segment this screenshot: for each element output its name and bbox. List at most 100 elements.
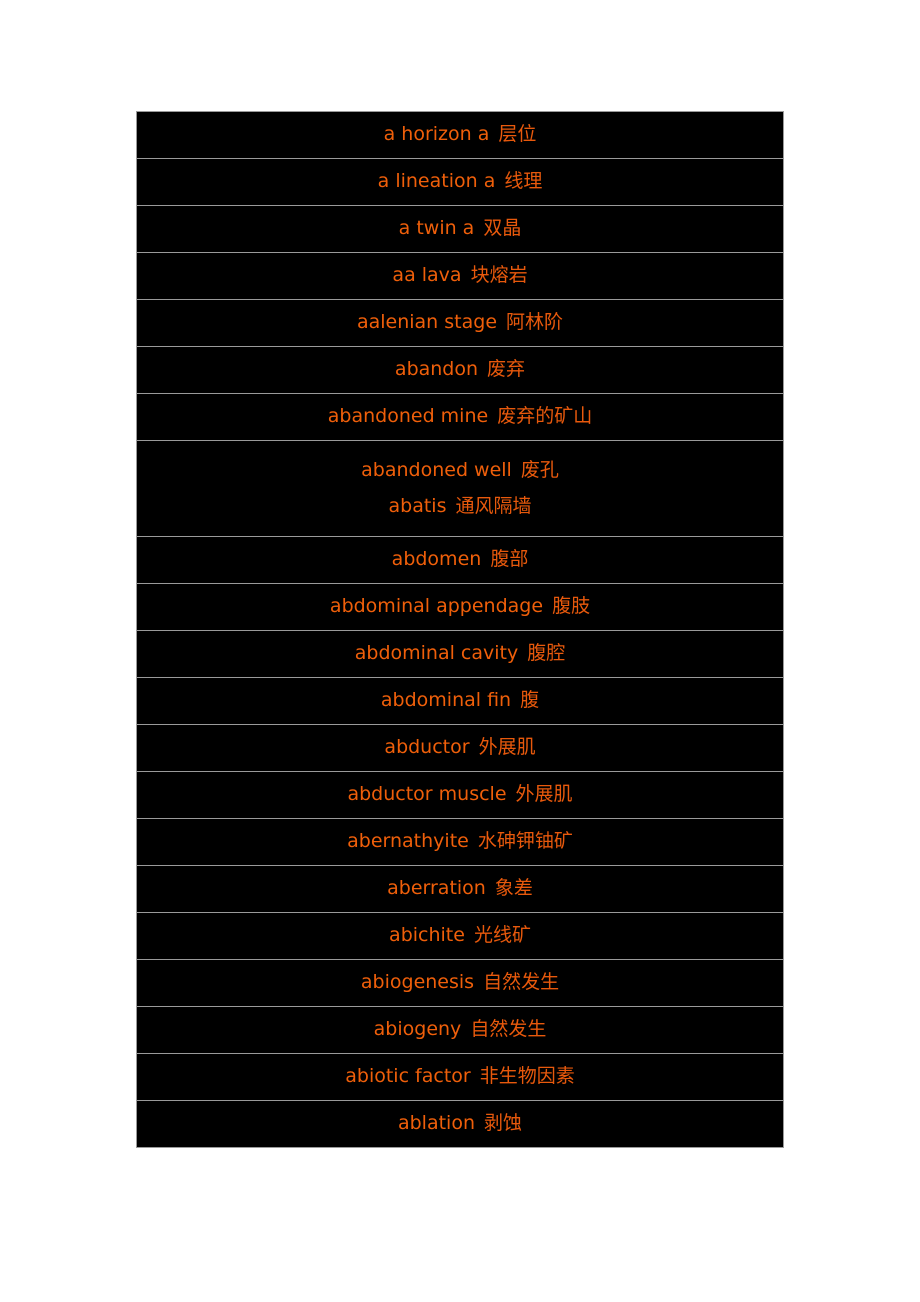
glossary-entry-cell[interactable]: abdominal appendage 腹肢 — [136, 583, 784, 631]
entry-chinese: 阿林阶 — [506, 311, 564, 334]
entry-english: a twin a — [398, 217, 475, 240]
glossary-entry: aberration 象差 — [137, 877, 783, 901]
entry-english: abdominal fin — [380, 689, 512, 712]
entry-chinese: 外展肌 — [515, 783, 573, 806]
entry-chinese: 水砷钾铀矿 — [477, 830, 573, 853]
glossary-entry-cell[interactable]: abdomen 腹部 — [136, 536, 784, 584]
entry-english: abandoned mine — [327, 405, 489, 428]
entry-chinese: 剥蚀 — [484, 1112, 523, 1135]
glossary-entry-cell[interactable]: abiogeny 自然发生 — [136, 1006, 784, 1054]
entry-english: abiogenesis — [360, 971, 475, 994]
entry-english: abductor — [384, 736, 470, 759]
glossary-entry: abandoned well 废孔 — [137, 459, 783, 483]
glossary-entry: abandon 废弃 — [137, 358, 783, 382]
entry-english: abductor muscle — [347, 783, 507, 806]
glossary-entry: abdominal fin 腹 — [137, 689, 783, 713]
table-row-merged: abandoned well 废孔 abatis 通风隔墙 — [136, 440, 784, 537]
entry-english: abernathyite — [347, 830, 469, 853]
glossary-entry: abductor 外展肌 — [137, 736, 783, 760]
entry-chinese: 废弃 — [487, 358, 526, 381]
glossary-entry-cell[interactable]: abiogenesis 自然发生 — [136, 959, 784, 1007]
table-row: abiotic factor 非生物因素 — [136, 1053, 784, 1101]
glossary-entry: a twin a 双晶 — [137, 217, 783, 241]
entry-chinese: 腹 — [520, 689, 540, 712]
table-row: abiogenesis 自然发生 — [136, 959, 784, 1007]
glossary-entry-cell[interactable]: abichite 光线矿 — [136, 912, 784, 960]
glossary-entry: abdominal cavity 腹腔 — [137, 642, 783, 666]
glossary-entry-cell[interactable]: abdominal cavity 腹腔 — [136, 630, 784, 678]
table-row: ablation 剥蚀 — [136, 1100, 784, 1148]
entry-chinese: 通风隔墙 — [455, 494, 532, 517]
glossary-entry: abdomen 腹部 — [137, 548, 783, 572]
glossary-entry: abatis 通风隔墙 — [137, 495, 783, 519]
entry-english: abatis — [388, 494, 447, 517]
glossary-entry: abernathyite 水砷钾铀矿 — [137, 830, 783, 854]
table-row: abernathyite 水砷钾铀矿 — [136, 818, 784, 866]
entry-chinese: 腹部 — [490, 548, 529, 571]
table-row: abichite 光线矿 — [136, 912, 784, 960]
glossary-entry-cell[interactable]: abductor muscle 外展肌 — [136, 771, 784, 819]
entry-chinese: 废孔 — [520, 458, 559, 481]
glossary-table: a horizon a 层位 a lineation a 线理 a twin a 双晶 — [136, 111, 784, 1148]
table-row: abdomen 腹部 — [136, 536, 784, 584]
entry-english: abandon — [394, 358, 479, 381]
entry-chinese: 自然发生 — [483, 971, 560, 994]
entry-chinese: 象差 — [494, 877, 533, 900]
table-row: a twin a 双晶 — [136, 205, 784, 253]
entry-chinese: 废弃的矿山 — [497, 405, 593, 428]
entry-chinese: 层位 — [498, 123, 537, 146]
glossary-entry-cell[interactable]: aalenian stage 阿林阶 — [136, 299, 784, 347]
entry-english: ablation — [397, 1112, 475, 1135]
entry-english: a horizon a — [383, 123, 490, 146]
glossary-entry: abductor muscle 外展肌 — [137, 783, 783, 807]
table-row: abductor muscle 外展肌 — [136, 771, 784, 819]
entry-chinese: 自然发生 — [470, 1018, 547, 1041]
glossary-entry-cell[interactable]: aberration 象差 — [136, 865, 784, 913]
entry-english: abdominal cavity — [354, 642, 519, 665]
glossary-entry: abichite 光线矿 — [137, 924, 783, 948]
glossary-entry: ablation 剥蚀 — [137, 1112, 783, 1136]
entry-english: abdomen — [391, 548, 482, 571]
glossary-entry: a lineation a 线理 — [137, 170, 783, 194]
glossary-entry-cell[interactable]: abernathyite 水砷钾铀矿 — [136, 818, 784, 866]
glossary-entry-cell[interactable]: abandon 废弃 — [136, 346, 784, 394]
glossary-entry-cell[interactable]: abdominal fin 腹 — [136, 677, 784, 725]
entry-english: aa lava — [392, 264, 462, 287]
entry-chinese: 腹腔 — [527, 642, 566, 665]
table-row: a lineation a 线理 — [136, 158, 784, 206]
entry-chinese: 双晶 — [483, 217, 522, 240]
entry-english: abichite — [389, 924, 465, 947]
entry-english: abdominal appendage — [329, 595, 544, 618]
entry-english: aalenian stage — [356, 311, 498, 334]
glossary-entry-cell[interactable]: a lineation a 线理 — [136, 158, 784, 206]
table-row: abdominal fin 腹 — [136, 677, 784, 725]
glossary-entry: abiogenesis 自然发生 — [137, 971, 783, 995]
entry-chinese: 线理 — [504, 170, 543, 193]
entry-english: a lineation a — [377, 170, 496, 193]
table-row: abandoned mine 废弃的矿山 — [136, 393, 784, 441]
glossary-entry-cell[interactable]: abiotic factor 非生物因素 — [136, 1053, 784, 1101]
glossary-entry: aa lava 块熔岩 — [137, 264, 783, 288]
entry-chinese: 光线矿 — [473, 924, 531, 947]
table-row: abandon 废弃 — [136, 346, 784, 394]
glossary-entry-cell[interactable]: aa lava 块熔岩 — [136, 252, 784, 300]
glossary-entry-cell[interactable]: ablation 剥蚀 — [136, 1100, 784, 1148]
glossary-entry-cell[interactable]: a twin a 双晶 — [136, 205, 784, 253]
glossary-entry-cell[interactable]: abductor 外展肌 — [136, 724, 784, 772]
entry-chinese: 腹肢 — [552, 595, 591, 618]
glossary-entry: abiogeny 自然发生 — [137, 1018, 783, 1042]
glossary-entry: abiotic factor 非生物因素 — [137, 1065, 783, 1089]
table-row: abdominal appendage 腹肢 — [136, 583, 784, 631]
glossary-entry: abdominal appendage 腹肢 — [137, 595, 783, 619]
glossary-entry: abandoned mine 废弃的矿山 — [137, 405, 783, 429]
entry-english: abiogeny — [373, 1018, 462, 1041]
glossary-entry-cell[interactable]: a horizon a 层位 — [136, 111, 784, 159]
table-row: abdominal cavity 腹腔 — [136, 630, 784, 678]
glossary-entry-cell[interactable]: abandoned mine 废弃的矿山 — [136, 393, 784, 441]
glossary-entry-cell-merged[interactable]: abandoned well 废孔 abatis 通风隔墙 — [136, 440, 784, 537]
entry-chinese: 外展肌 — [478, 736, 536, 759]
glossary-table-body: a horizon a 层位 a lineation a 线理 a twin a 双晶 — [136, 111, 784, 1148]
entry-english: aberration — [387, 877, 486, 900]
page-canvas: www.zixin.com.cn a horizon a层位 a lineati… — [0, 0, 920, 1302]
entry-english: abandoned well — [361, 458, 512, 481]
